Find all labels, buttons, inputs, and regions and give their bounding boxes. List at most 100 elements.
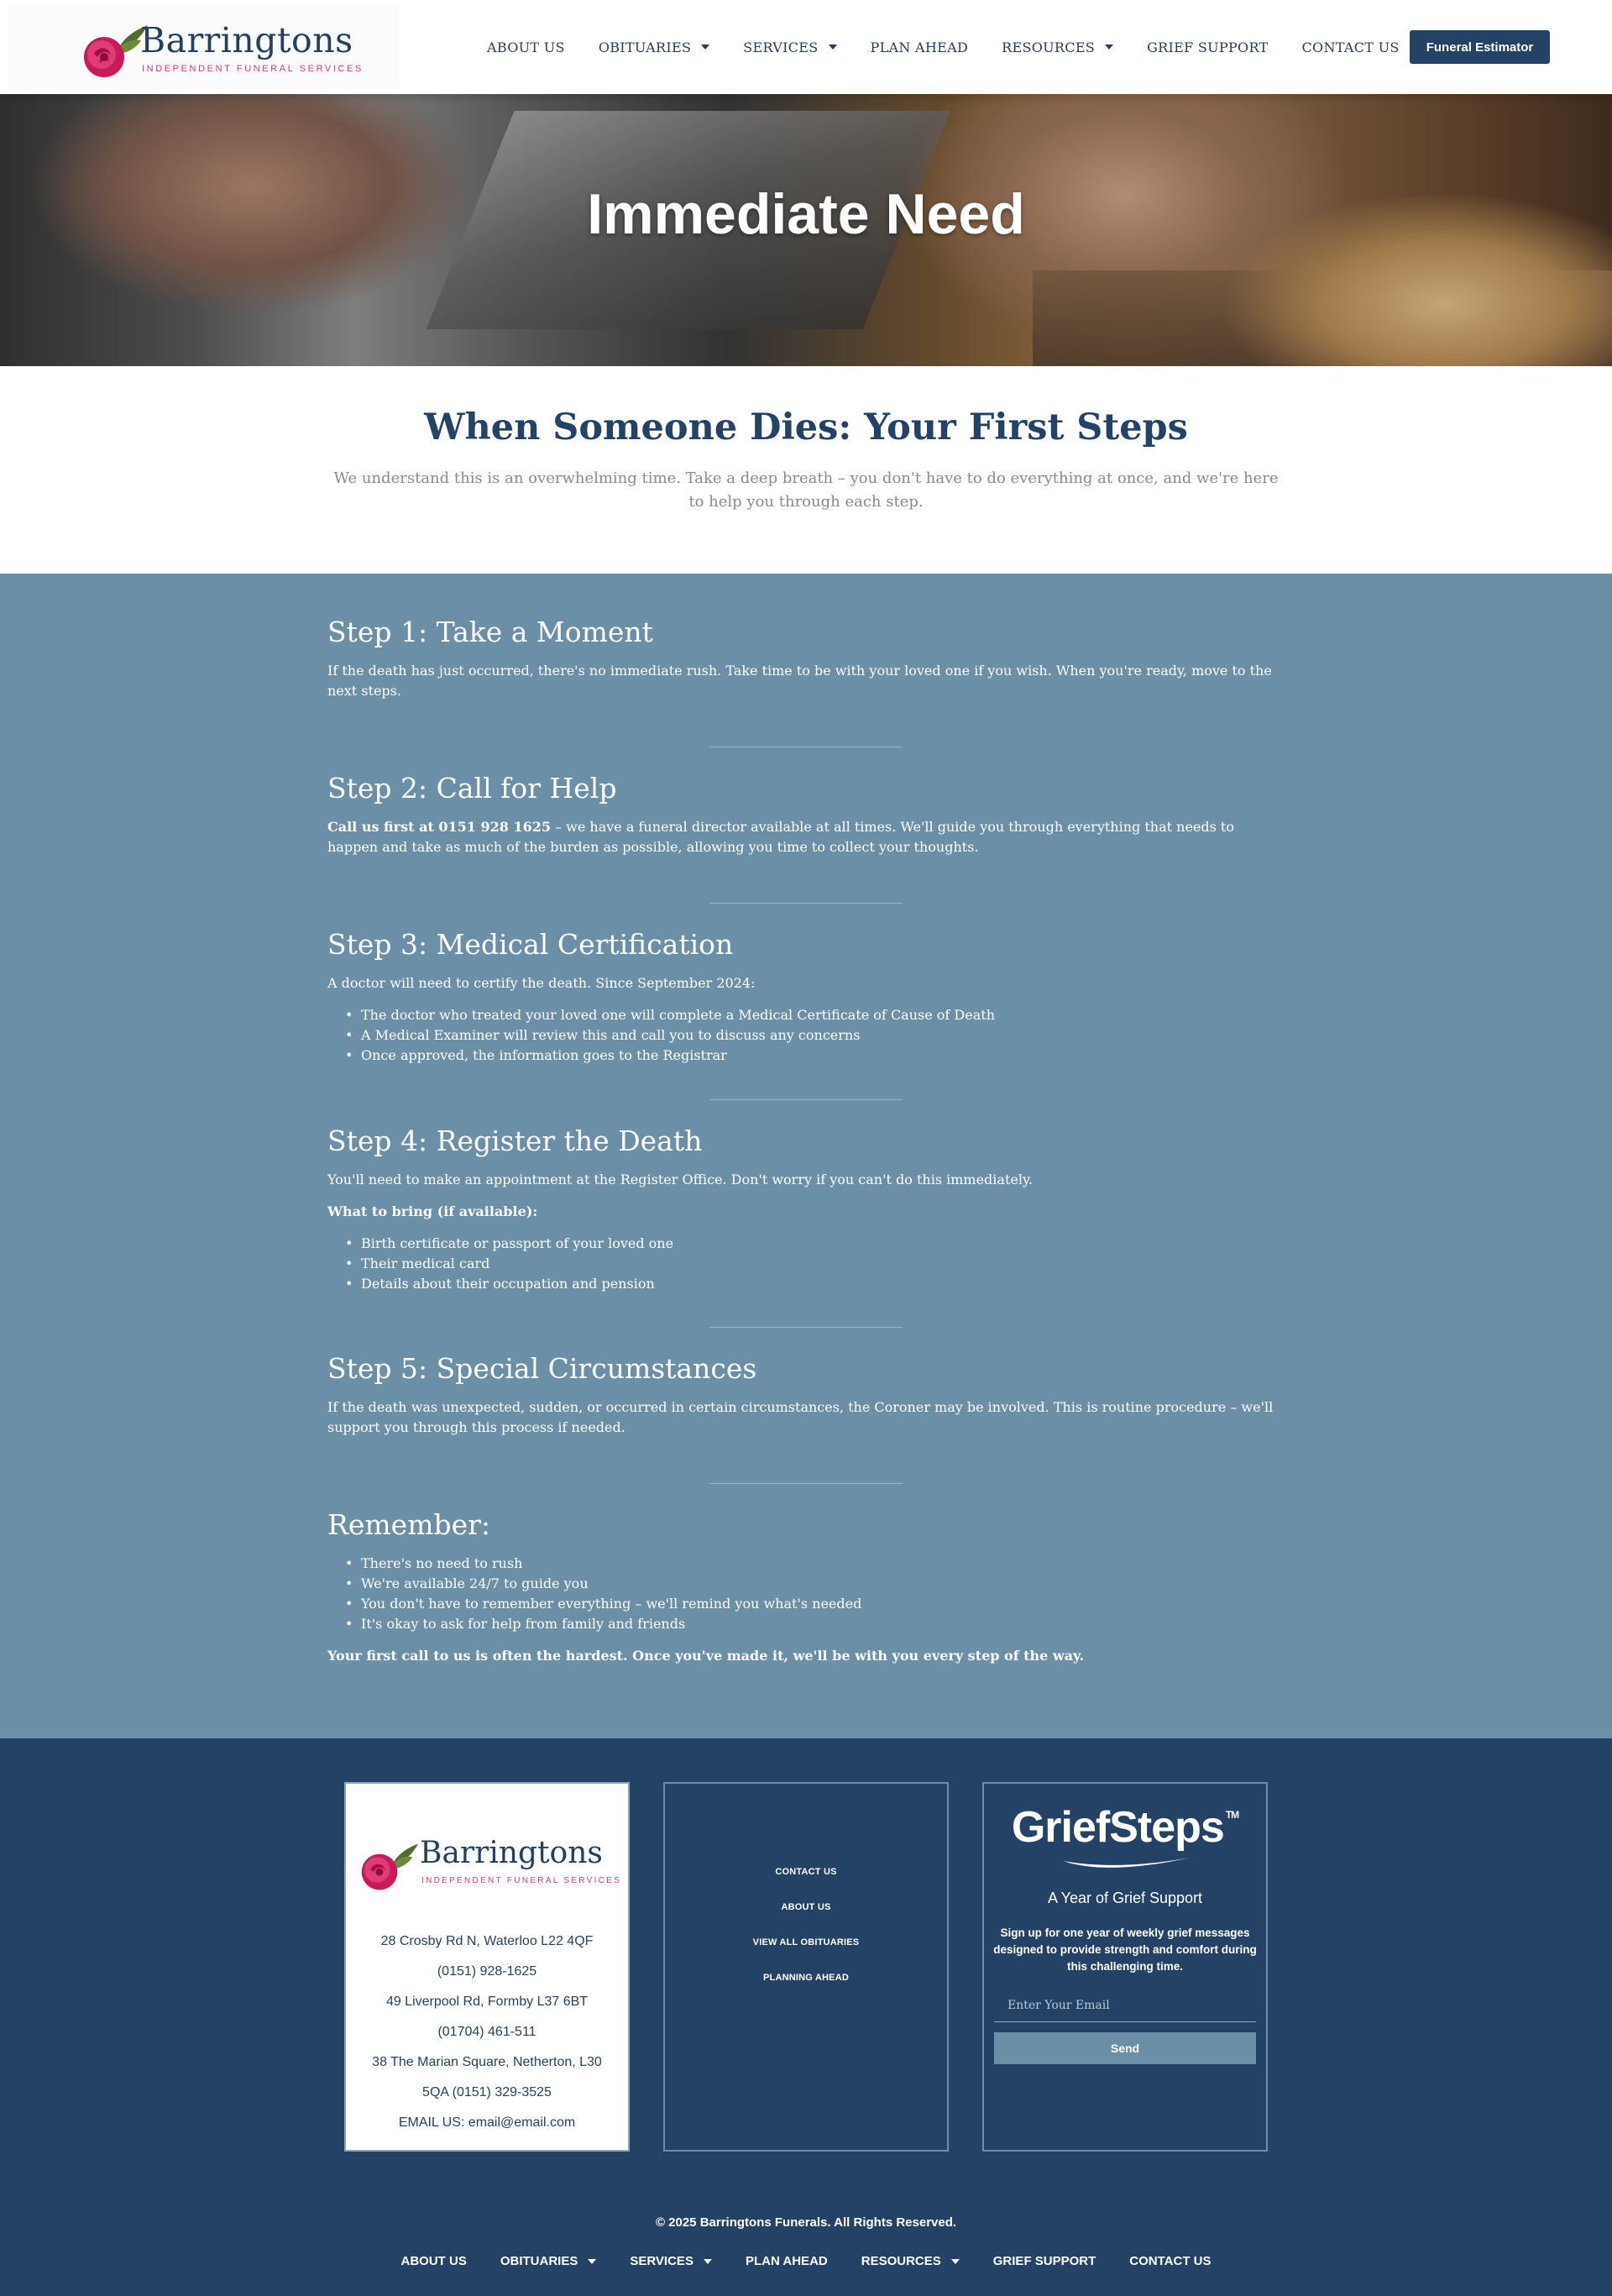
address-line: 28 Crosby Rd N, Waterloo L22 4QF: [380, 1934, 594, 1948]
email-link[interactable]: EMAIL US: email@email.com: [346, 2108, 628, 2138]
footer-nav-plan-ahead[interactable]: PLAN AHEAD: [746, 2254, 828, 2268]
step-2-text: Call us first at 0151 928 1625 – we have…: [327, 817, 1285, 857]
address-phone-line[interactable]: 5QA (0151) 329-3525: [346, 2078, 628, 2108]
footer-nav-services[interactable]: SERVICES: [630, 2254, 712, 2268]
footer-logo-tagline: INDEPENDENT FUNERAL SERVICES: [421, 1876, 622, 1885]
step-3-list: The doctor who treated your loved one wi…: [327, 1005, 1285, 1066]
footer-nav-resources[interactable]: RESOURCES: [861, 2254, 960, 2268]
footer-nav-contact-us[interactable]: CONTACT US: [1129, 2254, 1211, 2268]
call-us-phone[interactable]: Call us first at 0151 928 1625: [327, 819, 551, 835]
footer-nav-label: RESOURCES: [861, 2254, 941, 2268]
footer-nav-label: GRIEF SUPPORT: [992, 2254, 1096, 2268]
main-nav: ABOUT US OBITUARIES SERVICES PLAN AHEAD …: [487, 0, 1433, 94]
griefsteps-signup-card: GriefSteps TM A Year of Grief Support Sig…: [982, 1782, 1268, 2152]
copyright-text: © 2025 Barringtons Funerals. All Rights …: [655, 2215, 957, 2230]
step-5-text: If the death was unexpected, sudden, or …: [327, 1399, 1274, 1435]
divider: [709, 1327, 903, 1328]
chevron-down-icon: [701, 45, 710, 50]
griefsteps-description: Sign up for one year of weekly grief mes…: [993, 1926, 1257, 1973]
email-input[interactable]: [994, 1989, 1256, 2022]
site-footer: Barringtons INDEPENDENT FUNERAL SERVICES…: [0, 1738, 1612, 2296]
intro-heading: When Someone Dies: Your First Steps: [424, 406, 1188, 448]
nav-plan-ahead[interactable]: PLAN AHEAD: [871, 39, 969, 55]
send-button[interactable]: Send: [994, 2032, 1256, 2064]
step-5-title: Step 5: Special Circumstances: [327, 1352, 757, 1385]
nav-about-us[interactable]: ABOUT US: [487, 39, 565, 55]
nav-about-us-label: ABOUT US: [487, 39, 565, 55]
nav-resources-label: RESOURCES: [1002, 39, 1096, 55]
chevron-down-icon: [950, 2258, 960, 2264]
step-2-title: Step 2: Call for Help: [327, 772, 617, 805]
footer-nav-about-us[interactable]: ABOUT US: [401, 2254, 467, 2268]
nav-contact-us-label: CONTACT US: [1301, 39, 1400, 55]
logo-title: Barringtons: [140, 20, 353, 60]
footer-nav-obituaries[interactable]: OBITUARIES: [500, 2254, 597, 2268]
divider: [709, 1099, 903, 1100]
list-item: You don't have to remember everything – …: [327, 1594, 1285, 1614]
site-logo[interactable]: Barringtons INDEPENDENT FUNERAL SERVICES: [8, 5, 399, 89]
footer-nav-label: ABOUT US: [400, 2254, 467, 2268]
step-3-text: A doctor will need to certify the death.…: [327, 975, 756, 991]
phone-link[interactable]: (01704) 461-511: [346, 2017, 628, 2047]
remember-title: Remember:: [327, 1508, 491, 1541]
funeral-estimator-button[interactable]: Funeral Estimator: [1410, 30, 1550, 64]
phone-link[interactable]: (0151) 928-1625: [346, 1957, 628, 1987]
list-item: The doctor who treated your loved one wi…: [327, 1005, 1285, 1025]
rose-logo-icon: [361, 1843, 419, 1890]
step-4-text: You'll need to make an appointment at th…: [327, 1172, 1033, 1187]
address-line: 49 Liverpool Rd, Formby L37 6BT: [385, 1995, 589, 2009]
nav-services[interactable]: SERVICES: [743, 39, 837, 55]
nav-contact-us[interactable]: CONTACT US: [1302, 39, 1400, 55]
footer-link-obituaries[interactable]: VIEW ALL OBITUARIES: [665, 1925, 947, 1960]
intro-section: When Someone Dies: Your First Steps We u…: [0, 366, 1612, 574]
footer-nav-label: OBITUARIES: [500, 2254, 578, 2268]
step-1-text: If the death has just occurred, there's …: [327, 663, 1272, 699]
footer-nav-label: SERVICES: [630, 2254, 693, 2268]
step-1-title: Step 1: Take a Moment: [327, 616, 653, 648]
remember-closing: Your first call to us is often the harde…: [327, 1646, 1285, 1666]
griefsteps-subtitle: A Year of Grief Support: [1047, 1890, 1203, 1906]
footer-logo-title: Barringtons: [420, 1836, 603, 1870]
footer-addresses: 28 Crosby Rd N, Waterloo L22 4QF (0151) …: [346, 1926, 628, 2138]
footer-links: CONTACT US ABOUT US VIEW ALL OBITUARIES …: [665, 1854, 947, 1995]
nav-grief-support-label: GRIEF SUPPORT: [1147, 39, 1269, 55]
divider: [709, 903, 903, 904]
intro-text: We understand this is an overwhelming ti…: [333, 469, 1279, 511]
bring-label-text: What to bring (if available):: [327, 1203, 538, 1219]
list-item: Birth certificate or passport of your lo…: [327, 1234, 1285, 1254]
footer-contact-card: Barringtons INDEPENDENT FUNERAL SERVICES…: [344, 1782, 630, 2152]
chevron-down-icon: [828, 45, 837, 50]
steps-section: Step 1: Take a Moment If the death has j…: [0, 574, 1612, 1738]
step-3-title: Step 3: Medical Certification: [327, 928, 734, 961]
footer-link-planning-ahead[interactable]: PLANNING AHEAD: [665, 1960, 947, 1995]
nav-obituaries[interactable]: OBITUARIES: [599, 39, 710, 55]
footer-link-about-us[interactable]: ABOUT US: [665, 1890, 947, 1925]
list-item: It's okay to ask for help from family an…: [327, 1614, 1285, 1634]
chevron-down-icon: [1105, 45, 1114, 50]
list-item: There's no need to rush: [327, 1554, 1285, 1574]
step-5: Step 5: Special Circumstances If the dea…: [327, 1352, 1285, 1449]
remember-list: There's no need to rush We're available …: [327, 1554, 1285, 1634]
address-line: 38 The Marian Square, Netherton, L30: [372, 2055, 602, 2069]
footer-links-card: CONTACT US ABOUT US VIEW ALL OBITUARIES …: [663, 1782, 949, 2152]
footer-nav-label: CONTACT US: [1129, 2254, 1212, 2268]
nav-plan-ahead-label: PLAN AHEAD: [870, 39, 969, 55]
site-header: Barringtons INDEPENDENT FUNERAL SERVICES…: [0, 0, 1612, 94]
step-4-title: Step 4: Register the Death: [327, 1124, 703, 1157]
footer-link-contact-us[interactable]: CONTACT US: [665, 1854, 947, 1890]
footer-nav-label: PLAN AHEAD: [745, 2254, 828, 2268]
chevron-down-icon: [703, 2258, 712, 2264]
rose-logo-icon: [84, 25, 148, 77]
griefsteps-logo-text: GriefSteps: [1011, 1803, 1225, 1852]
footer-nav-grief-support[interactable]: GRIEF SUPPORT: [993, 2254, 1096, 2268]
page-title: Immediate Need: [587, 182, 1025, 246]
nav-services-label: SERVICES: [743, 39, 819, 55]
step-4-bring-label: What to bring (if available):: [327, 1202, 1285, 1222]
nav-grief-support[interactable]: GRIEF SUPPORT: [1147, 39, 1268, 55]
step-3: Step 3: Medical Certification A doctor w…: [327, 928, 1285, 1077]
hero-banner: Immediate Need: [0, 94, 1612, 366]
footer-nav: ABOUT US OBITUARIES SERVICES PLAN AHEAD …: [0, 2254, 1612, 2268]
nav-resources[interactable]: RESOURCES: [1002, 39, 1114, 55]
list-item: Details about their occupation and pensi…: [327, 1274, 1285, 1294]
remember-block: Remember: There's no need to rush We're …: [327, 1508, 1285, 1678]
